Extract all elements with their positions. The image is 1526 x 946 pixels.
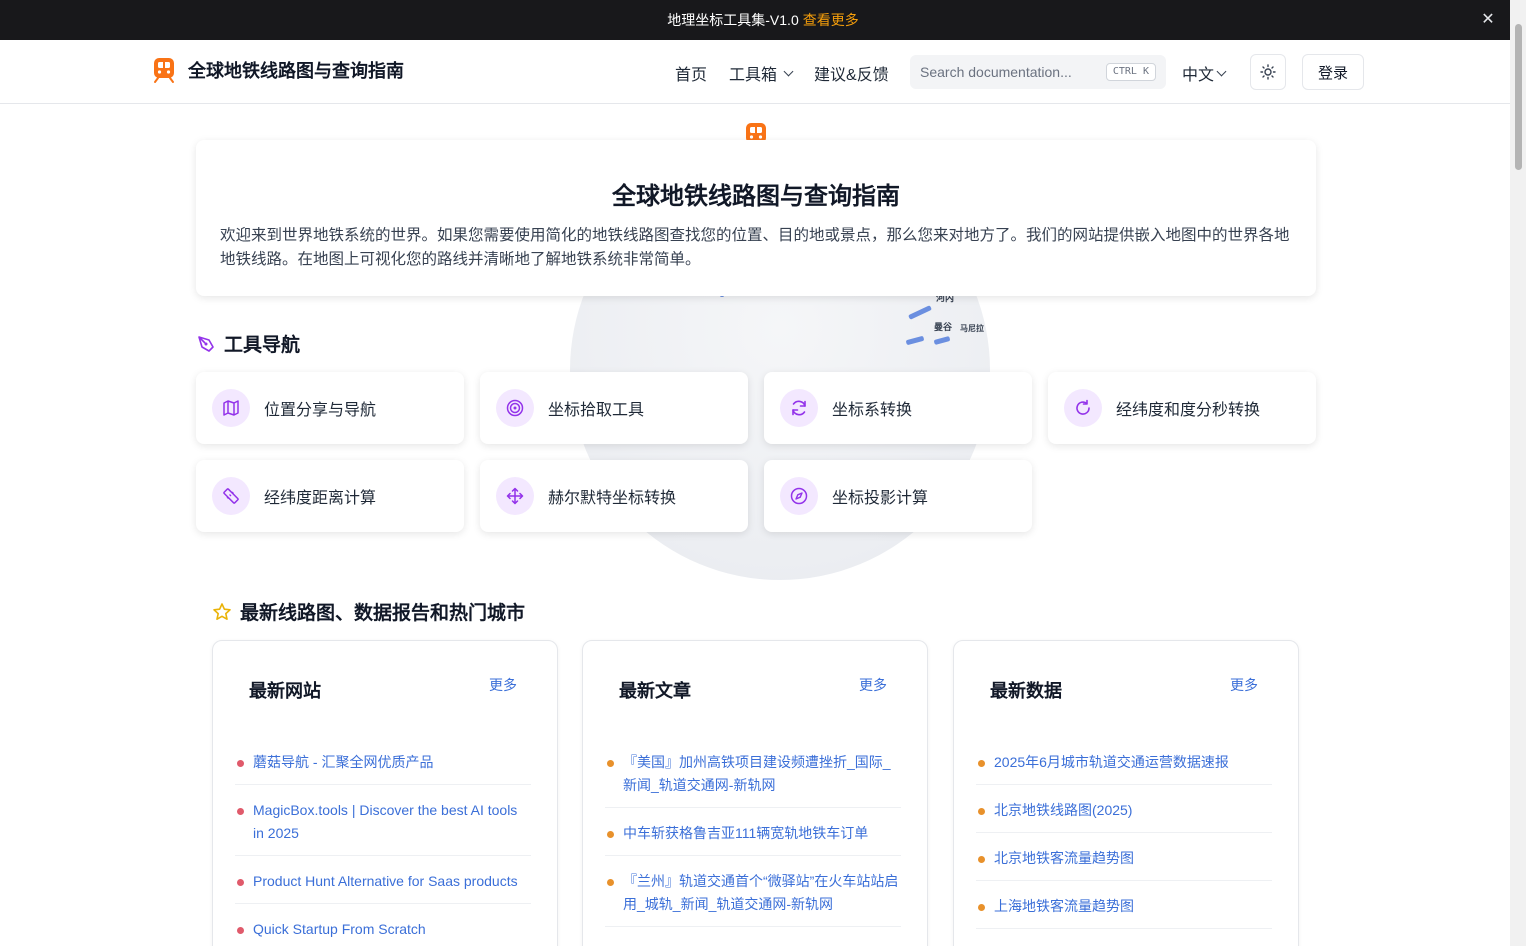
- search-input[interactable]: Search documentation... CTRL K: [910, 55, 1166, 89]
- more-link[interactable]: 更多: [1230, 675, 1258, 695]
- list-item[interactable]: 蘑菇导航 - 汇聚全网优质产品: [235, 751, 531, 785]
- tool-label: 坐标投影计算: [832, 490, 929, 507]
- metro-logo-icon: [154, 58, 174, 83]
- metro-line-mark: [908, 305, 932, 320]
- map-label-bangkok: 曼谷: [934, 322, 953, 332]
- page-scrollbar[interactable]: [1510, 0, 1526, 946]
- metro-line-mark: [905, 335, 925, 346]
- compass-icon: [780, 477, 818, 515]
- nav-toolbox-label: 工具箱: [729, 67, 778, 84]
- tools-section-title: 工具导航: [224, 335, 301, 356]
- tool-label: 经纬度距离计算: [264, 490, 377, 507]
- target-icon: [496, 389, 534, 427]
- nav-home[interactable]: 首页: [675, 61, 707, 85]
- sun-icon: [1260, 64, 1276, 80]
- close-icon[interactable]: ✕: [1480, 12, 1496, 28]
- tool-label: 坐标系转换: [832, 402, 913, 419]
- list-item[interactable]: 上海地铁客流量趋势图: [976, 895, 1272, 929]
- more-link[interactable]: 更多: [489, 675, 517, 695]
- panel-list: 『美国』加州高铁项目建设频遭挫折_国际_新闻_轨道交通网-新轨网 中车斩获格鲁吉…: [605, 751, 901, 941]
- latest-section-header: 最新线路图、数据报告和热门城市: [212, 598, 525, 625]
- list-item[interactable]: Quick Startup From Scratch: [235, 918, 531, 946]
- login-button[interactable]: 登录: [1302, 54, 1364, 90]
- nav-links: 首页 工具箱 建议&反馈: [675, 61, 889, 85]
- more-link[interactable]: 更多: [859, 675, 887, 695]
- hero-title: 全球地铁线路图与查询指南: [612, 183, 900, 210]
- nav-toolbox[interactable]: 工具箱: [729, 61, 794, 85]
- tool-label: 赫尔默特坐标转换: [548, 490, 677, 507]
- list-item[interactable]: 『兰州』轨道交通首个“微驿站”在火车站站启用_城轨_新闻_轨道交通网-新轨网: [605, 870, 901, 927]
- latest-section-title: 最新线路图、数据报告和热门城市: [240, 603, 526, 624]
- map-icon: [212, 389, 250, 427]
- list-item[interactable]: 北京地铁线路图(2025): [976, 799, 1272, 833]
- rotate-icon: [1064, 389, 1102, 427]
- list-item[interactable]: 『美国』加州高铁项目建设频遭挫折_国际_新闻_轨道交通网-新轨网: [605, 751, 901, 808]
- announcement-text: 地理坐标工具集-V1.0: [667, 12, 799, 28]
- chevron-down-icon: [783, 66, 794, 76]
- search-shortcut: CTRL K: [1105, 63, 1156, 81]
- tool-card[interactable]: 坐标投影计算: [764, 460, 1032, 532]
- top-navbar: 全球地铁线路图与查询指南 首页 工具箱 建议&反馈 Search documen…: [0, 40, 1510, 104]
- theme-toggle-button[interactable]: [1250, 54, 1286, 90]
- chevron-down-icon: [1216, 66, 1227, 76]
- map-label-manila: 马尼拉: [960, 324, 984, 333]
- list-item[interactable]: Product Hunt Alternative for Saas produc…: [235, 870, 531, 904]
- list-item[interactable]: 北京地铁客流量趋势图: [976, 847, 1272, 881]
- announcement-bar: 地理坐标工具集-V1.0 查看更多 ✕: [0, 0, 1526, 40]
- tool-label: 位置分享与导航: [264, 402, 377, 419]
- ruler-icon: [212, 477, 250, 515]
- brand-title: 全球地铁线路图与查询指南: [188, 61, 404, 81]
- panel-title: 最新文章: [619, 681, 691, 701]
- scrollbar-thumb[interactable]: [1515, 24, 1522, 170]
- tool-card[interactable]: 经纬度距离计算: [196, 460, 464, 532]
- brand[interactable]: 全球地铁线路图与查询指南: [150, 56, 404, 84]
- tool-card[interactable]: 经纬度和度分秒转换: [1048, 372, 1316, 444]
- tools-section-header: 工具导航: [196, 330, 300, 357]
- tool-label: 坐标拾取工具: [548, 402, 645, 419]
- panel-list: 蘑菇导航 - 汇聚全网优质产品 MagicBox.tools | Discove…: [235, 751, 531, 946]
- nav-feedback[interactable]: 建议&反馈: [814, 61, 889, 85]
- latest-data-panel: 最新数据 更多 2025年6月城市轨道交通运营数据速报 北京地铁线路图(2025…: [953, 640, 1299, 946]
- panel-title: 最新数据: [990, 681, 1062, 701]
- language-selector[interactable]: 中文: [1182, 61, 1227, 85]
- list-item[interactable]: 中车斩获格鲁吉亚111辆宽轨地铁车订单: [605, 822, 901, 856]
- metro-line-mark: [933, 336, 951, 345]
- tool-label: 经纬度和度分秒转换: [1116, 402, 1261, 419]
- language-label: 中文: [1182, 67, 1215, 84]
- hero-description: 欢迎来到世界地铁系统的世界。如果您需要使用简化的地铁线路图查找您的位置、目的地或…: [220, 227, 1290, 268]
- list-item[interactable]: MagicBox.tools | Discover the best AI to…: [235, 799, 531, 856]
- search-placeholder: Search documentation...: [920, 64, 1072, 80]
- tool-card[interactable]: 坐标系转换: [764, 372, 1032, 444]
- latest-sites-panel: 最新网站 更多 蘑菇导航 - 汇聚全网优质产品 MagicBox.tools |…: [212, 640, 558, 946]
- announcement-link[interactable]: 查看更多: [803, 10, 859, 30]
- panel-title: 最新网站: [249, 681, 321, 701]
- hero-card: 全球地铁线路图与查询指南 欢迎来到世界地铁系统的世界。如果您需要使用简化的地铁线…: [196, 140, 1316, 296]
- panel-list: 2025年6月城市轨道交通运营数据速报 北京地铁线路图(2025) 北京地铁客流…: [976, 751, 1272, 943]
- refresh-icon: [780, 389, 818, 427]
- latest-articles-panel: 最新文章 更多 『美国』加州高铁项目建设频遭挫折_国际_新闻_轨道交通网-新轨网…: [582, 640, 928, 946]
- list-item[interactable]: 2025年6月城市轨道交通运营数据速报: [976, 751, 1272, 785]
- map-label-city: 重约: [570, 451, 576, 458]
- move-icon: [496, 477, 534, 515]
- star-icon: [213, 602, 231, 620]
- tool-card[interactable]: 坐标拾取工具: [480, 372, 748, 444]
- tool-card[interactable]: 位置分享与导航: [196, 372, 464, 444]
- pen-tool-icon: [198, 335, 214, 352]
- tool-card[interactable]: 赫尔默特坐标转换: [480, 460, 748, 532]
